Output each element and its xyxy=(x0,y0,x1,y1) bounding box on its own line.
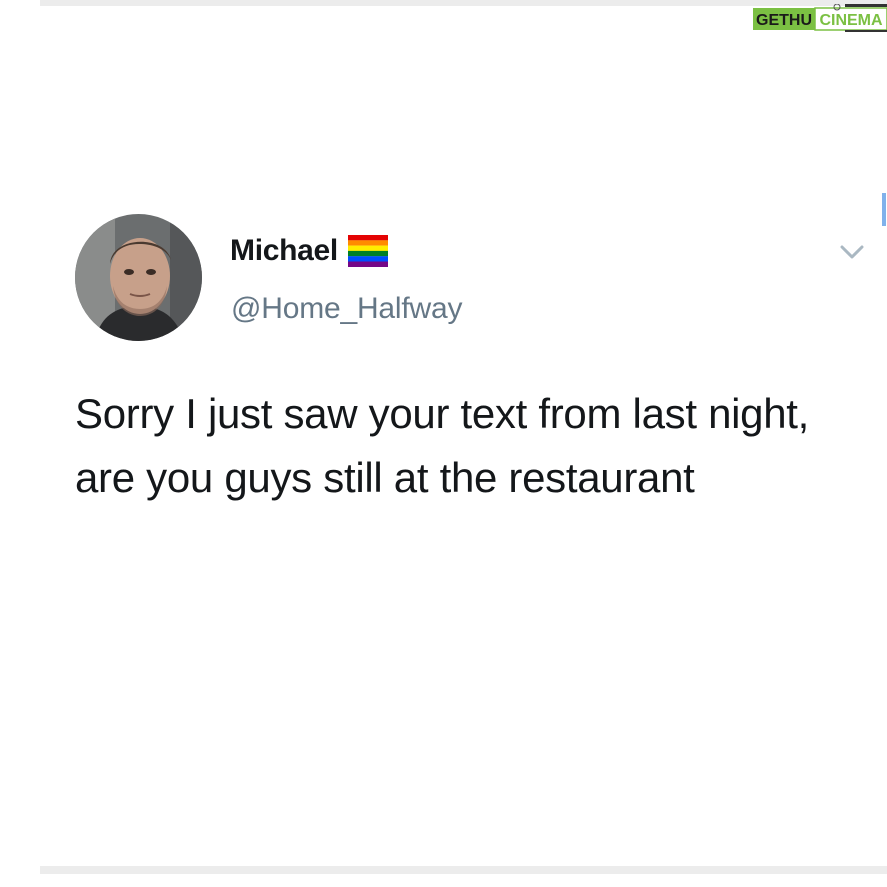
tweet-text: Sorry I just saw your text from last nig… xyxy=(75,390,810,501)
user-handle[interactable]: @Home_Halfway xyxy=(231,292,462,326)
avatar[interactable] xyxy=(75,214,202,341)
watermark-logo: GETHU CINEMA xyxy=(753,4,887,32)
svg-text:CINEMA: CINEMA xyxy=(819,12,883,29)
display-name[interactable]: Michael xyxy=(230,234,338,268)
rainbow-flag-icon xyxy=(347,235,388,267)
svg-text:GETHU: GETHU xyxy=(756,12,812,29)
scroll-indicator xyxy=(882,193,886,226)
bottom-divider xyxy=(40,866,887,874)
screenshot-page: GETHU CINEMA Michael @Home_Halfway Sorry… xyxy=(0,0,887,887)
chevron-down-icon[interactable] xyxy=(837,241,867,263)
author-row: Michael xyxy=(230,234,388,268)
